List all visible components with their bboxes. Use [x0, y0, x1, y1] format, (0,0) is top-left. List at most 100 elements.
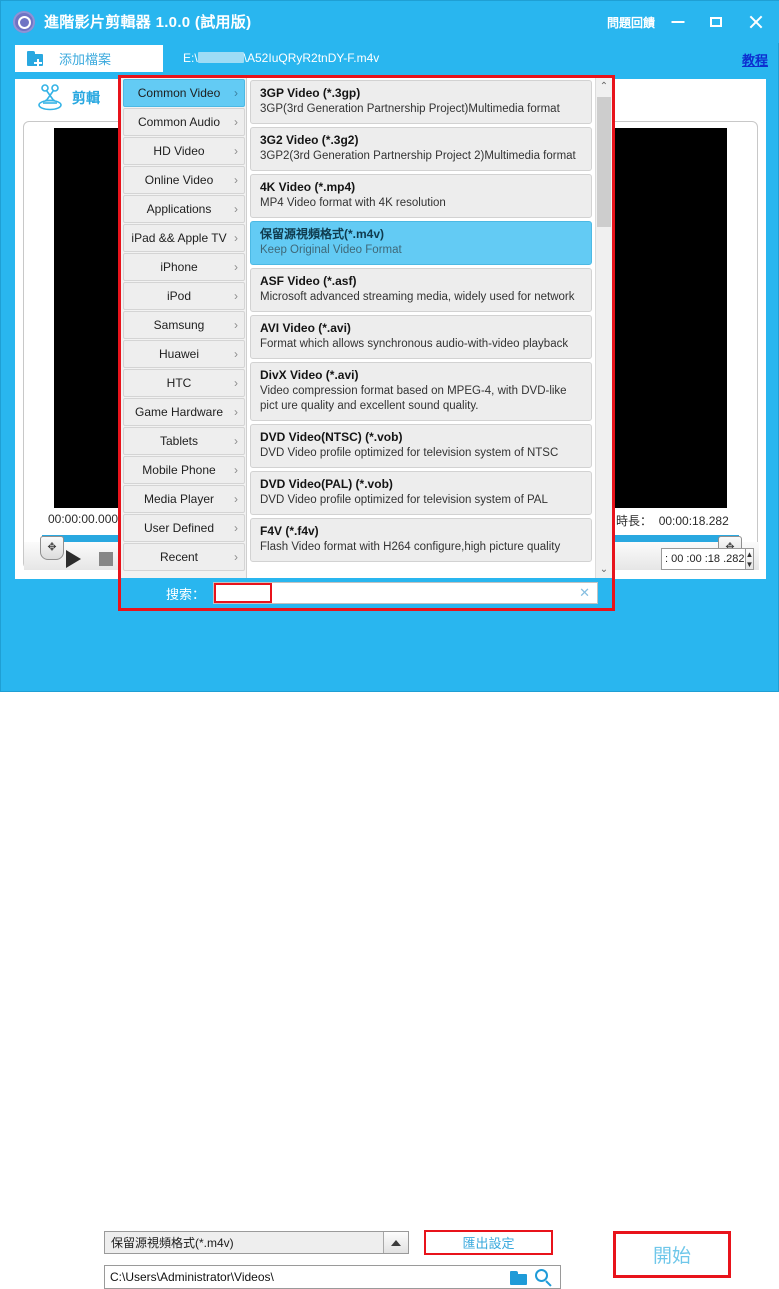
category-item[interactable]: HTC ›	[123, 369, 245, 397]
format-item[interactable]: 3GP Video (*.3gp) 3GP(3rd Generation Part…	[250, 80, 592, 124]
scroll-up-icon[interactable]: ⌃	[596, 78, 612, 95]
stepper-up-icon[interactable]: ▲	[746, 549, 754, 559]
start-button-wrapper: 開始	[606, 1228, 738, 1281]
maximize-button[interactable]	[702, 9, 730, 35]
category-item-label: Recent	[159, 550, 199, 564]
end-time-spinner[interactable]: : 00 :00 :18 .282 ▲ ▼	[661, 548, 755, 570]
format-item-description: Video compression format based on MPEG-4…	[260, 385, 567, 412]
play-button[interactable]	[66, 550, 81, 568]
export-settings-button[interactable]: 匯出設定	[424, 1230, 553, 1255]
category-item[interactable]: Game Hardware ›	[123, 398, 245, 426]
start-button[interactable]: 開始	[613, 1231, 731, 1278]
category-item-label: Samsung	[153, 318, 205, 332]
stepper-down-icon[interactable]: ▼	[746, 559, 754, 569]
category-item[interactable]: Media Player ›	[123, 485, 245, 513]
chevron-right-icon: ›	[234, 86, 238, 100]
clear-search-icon[interactable]: ✕	[579, 585, 590, 601]
search-icon[interactable]	[535, 1269, 553, 1287]
format-item[interactable]: 3G2 Video (*.3g2) 3GP2(3rd Generation Par…	[250, 127, 592, 171]
add-file-button[interactable]: 添加檔案	[15, 45, 163, 72]
tutorial-link[interactable]: 教程	[742, 50, 768, 69]
category-item[interactable]: iPhone ›	[123, 253, 245, 281]
export-format-value: 保留源視頻格式(*.m4v)	[111, 1236, 234, 1250]
start-button-label: 開始	[652, 1246, 691, 1267]
category-item-label: Mobile Phone	[142, 463, 216, 477]
export-location-input[interactable]: C:\Users\Administrator\Videos\	[104, 1265, 561, 1289]
format-item[interactable]: AVI Video (*.avi) Format which allows syn…	[250, 315, 592, 359]
export-bar: 匯出格式： 保留源視頻格式(*.m4v) 匯出設定 匯出位置： C:\Users…	[1, 611, 779, 1289]
export-settings-label: 匯出設定	[462, 1236, 515, 1251]
trim-marker-start[interactable]: ✥	[40, 536, 64, 560]
category-item-label: iPod	[166, 289, 192, 303]
category-item[interactable]: Mobile Phone ›	[123, 456, 245, 484]
chevron-right-icon: ›	[234, 434, 238, 448]
category-item[interactable]: Huawei ›	[123, 340, 245, 368]
category-item[interactable]: iPad && Apple TV ›	[123, 224, 245, 252]
scrollbar-thumb[interactable]	[597, 97, 611, 227]
scroll-down-icon[interactable]: ⌄	[596, 561, 612, 578]
category-item-label: iPhone	[160, 260, 198, 274]
current-file-path: E:\ \A52IuQRyR2tnDY-F.m4v	[183, 51, 379, 65]
format-item-title: ASF Video (*.asf)	[260, 274, 357, 288]
category-item[interactable]: iPod ›	[123, 282, 245, 310]
end-time-stepper[interactable]: ▲ ▼	[745, 548, 755, 570]
chevron-right-icon: ›	[234, 521, 238, 535]
tab-edit[interactable]: 剪輯	[15, 79, 125, 117]
category-item[interactable]: Common Video ›	[123, 79, 245, 107]
category-item-label: HD Video	[153, 144, 205, 158]
format-item-description: Format which allows synchronous audio-wi…	[260, 338, 569, 350]
minimize-button[interactable]	[664, 9, 692, 35]
folder-icon[interactable]	[510, 1271, 527, 1285]
category-item[interactable]: Common Audio ›	[123, 108, 245, 136]
format-item-description: DVD Video profile optimized for televisi…	[260, 447, 559, 459]
category-item[interactable]: User Defined ›	[123, 514, 245, 542]
export-location-value: C:\Users\Administrator\Videos\	[110, 1270, 274, 1284]
category-item[interactable]: HD Video ›	[123, 137, 245, 165]
format-item-description: DVD Video profile optimized for televisi…	[260, 494, 548, 506]
format-item-title: F4V (*.f4v)	[260, 524, 319, 538]
category-item-label: Media Player	[143, 492, 215, 506]
category-item[interactable]: Online Video ›	[123, 166, 245, 194]
chevron-up-icon[interactable]	[383, 1232, 408, 1253]
format-item-title: 4K Video (*.mp4)	[260, 180, 356, 194]
toolbar: 添加檔案 E:\ \A52IuQRyR2tnDY-F.m4v 教程	[1, 43, 779, 75]
feedback-link[interactable]: 問題回饋	[607, 14, 655, 31]
export-format-select[interactable]: 保留源視頻格式(*.m4v)	[104, 1231, 409, 1254]
chevron-right-icon: ›	[234, 115, 238, 129]
file-path-prefix: E:\	[183, 51, 198, 65]
category-item-label: User Defined	[143, 521, 215, 535]
category-item[interactable]: Tablets ›	[123, 427, 245, 455]
category-item-label: iPad && Apple TV	[131, 231, 227, 245]
format-item[interactable]: DivX Video (*.avi) Video compression form…	[250, 362, 592, 421]
tab-edit-label: 剪輯	[72, 90, 100, 106]
close-icon[interactable]	[742, 9, 770, 35]
format-item-description: Microsoft advanced streaming media, wide…	[260, 291, 575, 303]
format-item[interactable]: 4K Video (*.mp4) MP4 Video format with 4K…	[250, 174, 592, 218]
category-item-label: Game Hardware	[134, 405, 224, 419]
scissors-icon	[35, 83, 65, 113]
format-item-title: DVD Video(NTSC) (*.vob)	[260, 430, 403, 444]
end-time-value[interactable]: : 00 :00 :18 .282	[661, 548, 746, 570]
format-item[interactable]: 保留源視頻格式(*.m4v) Keep Original Video Format	[250, 221, 592, 265]
format-list: 3GP Video (*.3gp) 3GP(3rd Generation Part…	[247, 78, 594, 565]
add-file-label: 添加檔案	[59, 52, 112, 67]
format-item[interactable]: F4V (*.f4v) Flash Video format with H264 …	[250, 518, 592, 562]
format-list-scrollbar[interactable]: ⌃ ⌄	[595, 78, 612, 578]
format-item[interactable]: ASF Video (*.asf) Microsoft advanced stre…	[250, 268, 592, 312]
category-list: Common Video › Common Audio › HD Video › Onlin…	[121, 78, 247, 578]
file-path-suffix: \A52IuQRyR2tnDY-F.m4v	[243, 51, 380, 65]
search-label: 搜索：	[166, 586, 206, 602]
chevron-right-icon: ›	[234, 318, 238, 332]
category-item-label: Huawei	[158, 347, 200, 361]
format-item[interactable]: DVD Video(PAL) (*.vob) DVD Video profile …	[250, 471, 592, 515]
format-item-title: DVD Video(PAL) (*.vob)	[260, 477, 393, 491]
category-item[interactable]: Applications ›	[123, 195, 245, 223]
stop-button[interactable]	[99, 552, 113, 566]
category-item[interactable]: Recent ›	[123, 543, 245, 571]
search-input[interactable]	[276, 585, 561, 601]
search-input-wrapper[interactable]: ✕	[213, 582, 599, 604]
redacted-path-segment	[197, 52, 244, 63]
category-item-label: Online Video	[144, 173, 214, 187]
category-item[interactable]: Samsung ›	[123, 311, 245, 339]
format-item[interactable]: DVD Video(NTSC) (*.vob) DVD Video profile…	[250, 424, 592, 468]
